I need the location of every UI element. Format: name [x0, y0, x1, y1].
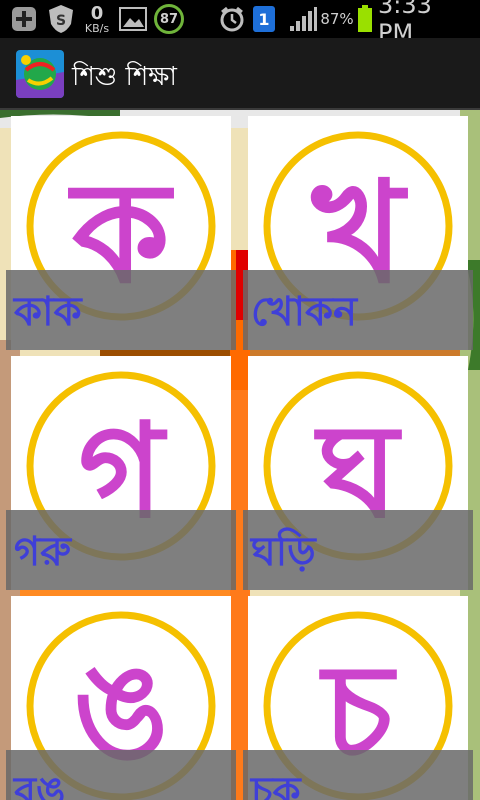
- word-overlay: খোকন: [243, 270, 473, 350]
- notification-number: 1: [258, 9, 270, 29]
- word-overlay: গরু: [6, 510, 236, 590]
- tile-word: ঘড়ি: [251, 529, 316, 575]
- clock: 3:33 PM: [378, 0, 474, 47]
- svg-text:S: S: [56, 13, 66, 29]
- word-overlay: চক: [243, 750, 473, 800]
- battery-level: 87%: [318, 0, 356, 38]
- signal-icon: [288, 0, 318, 38]
- tile-word: গরু: [14, 529, 71, 575]
- badge-count: 87: [159, 11, 179, 27]
- action-bar: শিশু শিক্ষা: [0, 38, 480, 110]
- alarm-icon: [218, 0, 246, 38]
- letter-grid: ক কাক খ খোকন গ গরু ঘ ঘড়ি ঙ রঙ চ চক: [0, 110, 480, 800]
- tile-word: রঙ: [14, 769, 66, 800]
- net-speed-value: 0: [90, 2, 104, 24]
- notification-number-icon: 1: [252, 0, 276, 38]
- letter-tile[interactable]: ঘ ঘড়ি: [243, 356, 473, 590]
- letter-tile[interactable]: ঙ রঙ: [6, 596, 236, 800]
- word-overlay: ঘড়ি: [243, 510, 473, 590]
- status-bar: S 0 KB/s 87 1 87% 3:33 PM: [0, 0, 480, 47]
- net-speed: 0 KB/s: [80, 0, 114, 38]
- image-icon: [118, 0, 148, 38]
- letter-tile[interactable]: খ খোকন: [243, 116, 473, 350]
- app-logo-icon[interactable]: [16, 50, 64, 98]
- add-notification-icon: [10, 0, 38, 38]
- app-title: শিশু শিক্ষা: [72, 62, 177, 92]
- letter-tile[interactable]: চ চক: [243, 596, 473, 800]
- letter-tile[interactable]: ক কাক: [6, 116, 236, 350]
- shield-icon: S: [46, 0, 76, 38]
- tile-word: চক: [251, 769, 301, 800]
- tile-word: খোকন: [251, 289, 357, 335]
- net-speed-unit: KB/s: [84, 21, 110, 35]
- battery-icon: [356, 0, 374, 38]
- word-overlay: রঙ: [6, 750, 236, 800]
- badge-count-icon: 87: [153, 0, 185, 38]
- word-overlay: কাক: [6, 270, 236, 350]
- battery-percent: 87%: [320, 10, 354, 28]
- tile-word: কাক: [14, 289, 82, 335]
- letter-tile[interactable]: গ গরু: [6, 356, 236, 590]
